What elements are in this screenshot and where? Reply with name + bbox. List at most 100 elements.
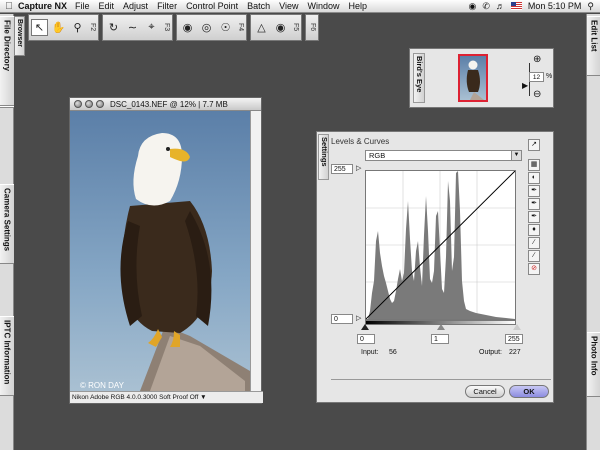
menu-window[interactable]: Window	[307, 1, 339, 11]
image-window-titlebar[interactable]: DSC_0143.NEF @ 12% | 7.7 MB	[70, 98, 261, 111]
close-icon[interactable]	[74, 100, 82, 108]
linear-curve-icon[interactable]: ∕	[528, 237, 540, 249]
eagle-illustration	[120, 133, 251, 391]
zoom-out-icon[interactable]: ⊖	[533, 89, 541, 100]
tab-browser-toggle[interactable]: Browser	[14, 16, 25, 56]
output-min-handle[interactable]: ▷	[356, 314, 361, 322]
midpoint-field[interactable]: 1	[431, 334, 449, 344]
app-menu[interactable]: Capture NX	[18, 1, 67, 11]
birds-eye-eagle-mini	[466, 60, 484, 100]
rotate-icon[interactable]: ↻	[105, 19, 122, 36]
input-label: Input:	[361, 349, 379, 356]
anchor-point-icon[interactable]: ♦	[528, 224, 540, 236]
image-scrollbar[interactable]	[250, 111, 261, 391]
eye-icon[interactable]: ◉	[272, 19, 289, 36]
output-max-field[interactable]: 255	[331, 164, 353, 174]
phone-icon[interactable]: ✆	[482, 1, 490, 12]
auto-contrast-icon[interactable]: ∕	[528, 250, 540, 262]
image-window-title: DSC_0143.NEF @ 12% | 7.7 MB	[110, 99, 228, 109]
volume-icon[interactable]: ♬	[496, 1, 505, 11]
gray-eyedropper-icon[interactable]: ✒	[528, 198, 540, 210]
eagle-photo[interactable]: © RON DAY	[70, 111, 251, 391]
white-point-slider[interactable]	[513, 324, 521, 330]
toolbar-group-label: F6	[309, 23, 316, 32]
toolbar-group-f4: ◉ ◎ ☉ F4	[176, 14, 247, 41]
color-profile-status[interactable]: Nikon Adobe RGB 4.0.0.3000 Soft Proof Of…	[72, 394, 198, 401]
tab-photo-info[interactable]: Photo Info	[587, 332, 600, 397]
tab-label: Photo Info	[589, 336, 599, 376]
settings-tab[interactable]: Settings	[318, 134, 329, 180]
menu-batch[interactable]: Batch	[247, 1, 270, 11]
channel-select[interactable]: RGB ▼	[365, 150, 522, 161]
tab-camera-settings[interactable]: Camera Settings	[0, 184, 14, 264]
histogram-icon[interactable]: ▦	[528, 159, 540, 171]
channel-value: RGB	[369, 151, 386, 160]
tab-file-directory[interactable]: File Directory	[0, 16, 14, 106]
contrast-icon[interactable]: ◐	[528, 172, 540, 184]
curve-tools: ↗ ▦ ◐ ✒ ✒ ✒ ♦ ∕ ∕ ⊘	[528, 139, 542, 276]
menu-adjust[interactable]: Adjust	[123, 1, 148, 11]
menu-filter[interactable]: Filter	[157, 1, 177, 11]
menu-view[interactable]: View	[279, 1, 298, 11]
output-value: 227	[509, 349, 521, 356]
black-point-slider[interactable]	[361, 324, 369, 330]
output-min-field[interactable]: 0	[331, 314, 353, 324]
zoom-window-icon[interactable]	[96, 100, 104, 108]
straighten-icon[interactable]: ∼	[124, 19, 141, 36]
white-eyedropper-icon[interactable]: ✒	[528, 211, 540, 223]
copyright-watermark: © RON DAY	[80, 381, 124, 390]
cancel-button[interactable]: Cancel	[465, 385, 505, 398]
black-eyedropper-icon[interactable]: ✒	[528, 185, 540, 197]
toolbar: ↖ ✋ ⚲ F2 ↻ ∼ ⌖ F3 ◉ ◎ ☉ F4 △ ◉ F5 F6	[28, 14, 319, 41]
zoom-level-field[interactable]: 12	[529, 72, 544, 82]
histogram-curve-area[interactable]	[365, 170, 516, 320]
settings-tab-label: Settings	[320, 137, 329, 167]
menu-control-point[interactable]: Control Point	[186, 1, 238, 11]
output-max-handle[interactable]: ▷	[356, 164, 361, 172]
reset-icon[interactable]: ⊘	[528, 263, 540, 275]
white-point-field[interactable]: 255	[505, 334, 523, 344]
pin-icon[interactable]: ↗	[528, 139, 540, 151]
left-panel-tabs: File Directory Camera Settings IPTC Info…	[0, 14, 14, 450]
tab-label: Camera Settings	[2, 188, 12, 252]
selection-brush-icon[interactable]: △	[253, 19, 270, 36]
black-control-point-icon[interactable]: ◉	[179, 19, 196, 36]
divider	[331, 379, 551, 380]
input-value: 56	[389, 349, 397, 356]
menubar-status: ◉ ✆ ♬ Mon 5:10 PM ⚲	[468, 1, 600, 12]
toolbar-group-label: F4	[237, 23, 244, 32]
spotlight-icon[interactable]: ⚲	[587, 1, 594, 12]
tab-label: Browser	[16, 19, 23, 48]
zoom-slider-handle[interactable]: ▶	[522, 81, 528, 90]
minimize-icon[interactable]	[85, 100, 93, 108]
image-window: DSC_0143.NEF @ 12% | 7.7 MB © RON DAY Ni…	[69, 97, 263, 404]
toolbar-group-label: F2	[89, 23, 96, 32]
input-level-sliders	[361, 324, 521, 332]
birds-eye-thumbnail[interactable]	[458, 54, 488, 102]
menu-file[interactable]: File	[75, 1, 90, 11]
zoom-icon[interactable]: ⚲	[69, 19, 86, 36]
right-panel-tabs: Edit List Photo Info	[586, 14, 600, 450]
midpoint-slider[interactable]	[437, 324, 445, 330]
menu-edit[interactable]: Edit	[99, 1, 115, 11]
apple-menu-icon[interactable]: 	[0, 1, 18, 12]
image-status-bar: Nikon Adobe RGB 4.0.0.3000 Soft Proof Of…	[70, 391, 263, 403]
black-point-field[interactable]: 0	[357, 334, 375, 344]
zoom-in-icon[interactable]: ⊕	[533, 54, 541, 65]
crop-icon[interactable]: ⌖	[143, 19, 160, 36]
tab-edit-list[interactable]: Edit List	[587, 16, 600, 76]
menu-help[interactable]: Help	[348, 1, 367, 11]
clock[interactable]: Mon 5:10 PM	[528, 1, 582, 11]
tab-iptc-information[interactable]: IPTC Information	[0, 316, 14, 396]
direct-select-icon[interactable]: ↖	[31, 19, 48, 36]
red-eye-control-point-icon[interactable]: ☉	[217, 19, 234, 36]
wifi-icon[interactable]: ◉	[468, 1, 476, 12]
tab-browser[interactable]	[0, 106, 14, 108]
birds-eye-tab[interactable]: Bird's Eye	[413, 53, 425, 103]
ok-button[interactable]: OK	[509, 385, 549, 398]
chevron-down-icon[interactable]: ▼	[511, 151, 521, 160]
us-flag-icon[interactable]	[510, 2, 522, 10]
chevron-down-icon[interactable]: ▼	[200, 394, 206, 401]
white-control-point-icon[interactable]: ◎	[198, 19, 215, 36]
hand-icon[interactable]: ✋	[50, 19, 67, 36]
